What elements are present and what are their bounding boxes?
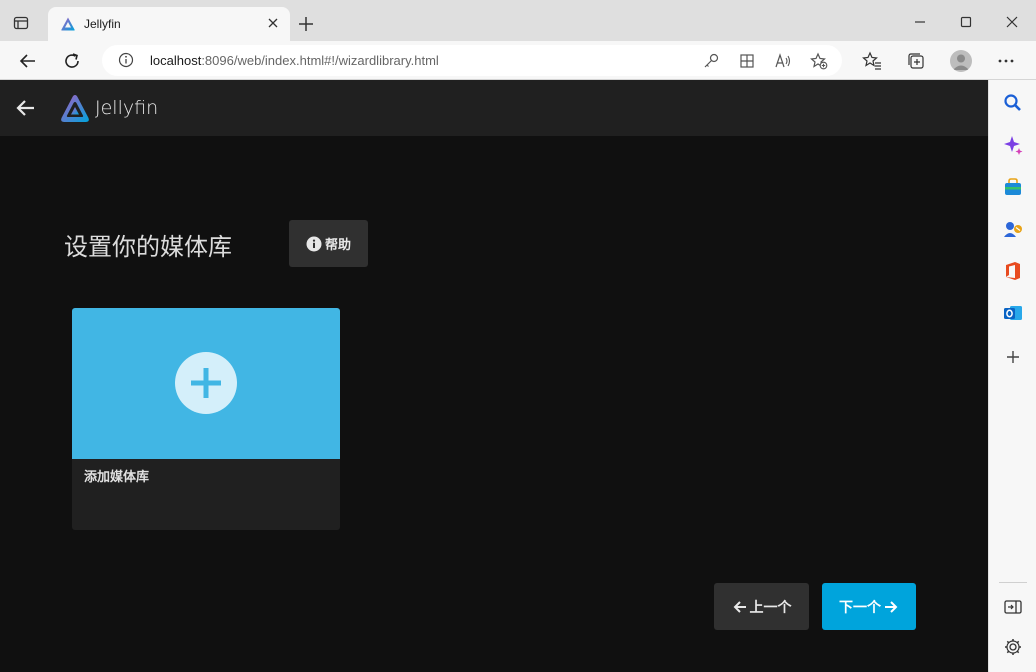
new-tab-icon[interactable]: [296, 14, 316, 34]
favorites-icon[interactable]: [862, 51, 882, 71]
previous-button[interactable]: 上一个: [714, 583, 809, 630]
refresh-icon[interactable]: [60, 49, 84, 73]
profile-avatar[interactable]: [950, 50, 972, 72]
browser-back-icon[interactable]: [16, 49, 40, 73]
plus-icon: [191, 368, 221, 398]
browser-toolbar: localhost:8096/web/index.html#!/wizardli…: [0, 41, 1036, 80]
more-menu-icon[interactable]: [996, 51, 1016, 71]
help-button[interactable]: 帮助: [289, 220, 368, 267]
tools-icon[interactable]: [1002, 218, 1024, 240]
copilot-icon[interactable]: [1002, 134, 1024, 156]
arrow-right-icon: [885, 600, 898, 613]
jellyfin-favicon-icon: [61, 17, 75, 31]
url-text: localhost:8096/web/index.html#!/wizardli…: [150, 53, 439, 68]
card-image[interactable]: [72, 308, 340, 459]
maximize-icon[interactable]: [956, 12, 976, 32]
back-arrow-icon[interactable]: [14, 96, 38, 120]
app-available-icon[interactable]: [738, 52, 756, 70]
read-aloud-icon[interactable]: [774, 52, 792, 70]
brand-name: Jellyfin: [95, 97, 159, 119]
arrow-left-icon: [733, 600, 746, 613]
close-tab-icon[interactable]: [266, 16, 280, 30]
sidebar-divider: [999, 582, 1027, 583]
page-title: 设置你的媒体库: [64, 233, 232, 261]
browser-tab[interactable]: Jellyfin: [48, 7, 290, 41]
office-icon[interactable]: [1002, 260, 1024, 282]
shopping-icon[interactable]: [1002, 176, 1024, 198]
help-label: 帮助: [324, 238, 351, 253]
tab-title: Jellyfin: [84, 17, 121, 31]
outlook-icon[interactable]: [1002, 302, 1024, 324]
settings-icon[interactable]: [1002, 636, 1024, 658]
app-header: Jellyfin: [0, 80, 988, 136]
previous-label: 上一个: [749, 599, 792, 616]
address-bar[interactable]: localhost:8096/web/index.html#!/wizardli…: [102, 45, 842, 76]
search-icon[interactable]: [1002, 92, 1024, 114]
add-library-card[interactable]: 添加媒体库: [72, 308, 340, 530]
close-window-icon[interactable]: [1002, 12, 1022, 32]
collections-icon[interactable]: [906, 51, 926, 71]
info-icon: [306, 236, 322, 251]
card-title: 添加媒体库: [84, 470, 150, 485]
minimize-icon[interactable]: [910, 12, 930, 32]
hide-sidebar-icon[interactable]: [1002, 596, 1024, 618]
add-favorite-icon[interactable]: [810, 52, 828, 70]
key-icon[interactable]: [702, 52, 720, 70]
jellyfin-app: Jellyfin 设置你的媒体库 帮助 添加媒体库 上一个 下一个: [0, 80, 988, 672]
next-label: 下一个: [839, 599, 881, 616]
add-icon[interactable]: [1002, 346, 1024, 368]
plus-circle: [175, 352, 237, 414]
browser-side-panel: [988, 80, 1036, 672]
next-button[interactable]: 下一个: [822, 583, 916, 630]
browser-tab-bar: Jellyfin: [0, 0, 1036, 41]
jellyfin-logo: [61, 95, 89, 122]
tab-actions-icon[interactable]: [10, 12, 32, 34]
site-info-icon[interactable]: [118, 52, 134, 68]
